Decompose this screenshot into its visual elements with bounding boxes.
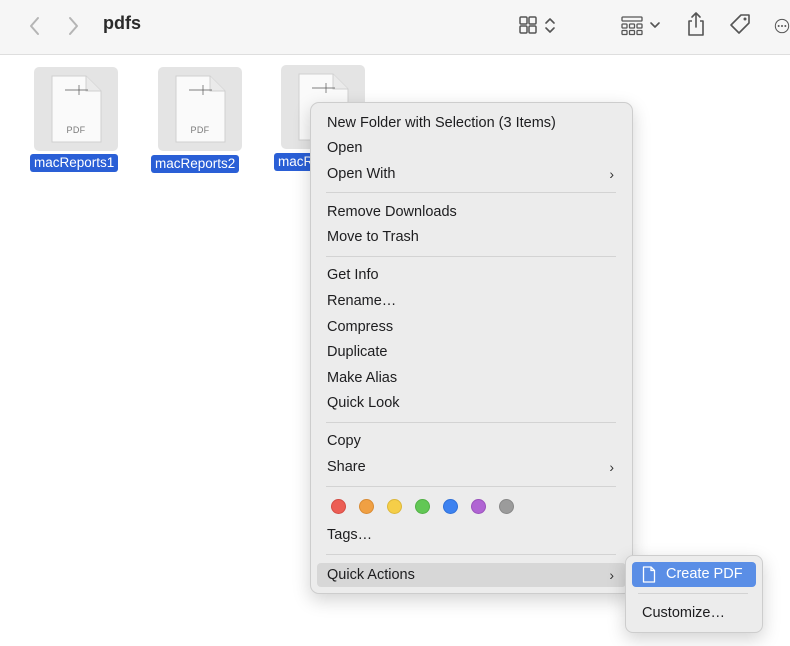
window-title: pdfs [103,13,141,33]
menu-item-label: Get Info [327,267,379,283]
pdf-document-icon: PDF [50,75,102,143]
menu-item-label: New Folder with Selection (3 Items) [327,115,556,131]
tag-color-blue[interactable] [443,499,458,514]
menu-item-remove-downloads[interactable]: Remove Downloads [317,200,626,224]
file-item[interactable]: PDF macReports2 [151,67,251,177]
menu-item-label: Quick Actions [327,567,415,583]
menu-item-open[interactable]: Open [317,136,626,160]
tag-color-red[interactable] [331,499,346,514]
tag-color-purple[interactable] [471,499,486,514]
more-icon[interactable] [774,13,790,39]
menu-item-make-alias[interactable]: Make Alias [317,366,626,390]
icon-view-icon[interactable] [518,15,560,37]
menu-item-duplicate[interactable]: Duplicate [317,340,626,364]
file-thumbnail[interactable]: PDF [158,67,242,151]
menu-separator [326,256,616,257]
file-thumbnail[interactable]: PDF [34,67,118,151]
menu-item-quick-actions[interactable]: Quick Actions › [317,563,626,587]
menu-item-tags[interactable]: Tags… [317,523,626,547]
menu-item-label: Remove Downloads [327,204,457,220]
menu-item-compress[interactable]: Compress [317,315,626,339]
tag-color-orange[interactable] [359,499,374,514]
menu-item-label: Open [327,140,363,156]
chevron-right-icon: › [609,567,614,583]
menu-item-open-with[interactable]: Open With › [317,162,626,186]
tag-color-gray[interactable] [499,499,514,514]
share-icon[interactable] [684,10,708,38]
pdf-document-icon: PDF [174,75,226,143]
chevron-right-icon: › [609,459,614,475]
menu-item-label: Rename… [327,293,397,309]
group-by-icon[interactable] [620,15,664,37]
menu-item-label: Move to Trash [327,229,419,245]
menu-item-new-folder-with-selection[interactable]: New Folder with Selection (3 Items) [317,111,626,135]
menu-item-customize[interactable]: Customize… [632,601,756,626]
menu-item-label: Create PDF [666,566,743,582]
menu-item-label: Customize… [642,605,725,621]
menu-item-label: Compress [327,319,394,335]
quick-actions-submenu: Create PDF Customize… [625,555,763,633]
tag-color-green[interactable] [415,499,430,514]
menu-item-label: Copy [327,433,361,449]
menu-item-label: Share [327,459,366,475]
file-item[interactable]: PDF macReports1 [30,67,130,177]
file-type-label: PDF [66,125,86,135]
menu-separator [326,192,616,193]
menu-item-label: Duplicate [327,344,388,360]
back-icon[interactable] [24,14,44,38]
finder-toolbar: pdfs [0,0,790,55]
menu-separator [326,554,616,555]
menu-item-copy[interactable]: Copy [317,429,626,453]
menu-item-share[interactable]: Share › [317,455,626,479]
menu-item-quick-look[interactable]: Quick Look [317,391,626,415]
file-name-label[interactable]: macReports1 [30,154,119,172]
menu-item-label: Make Alias [327,370,398,386]
menu-item-label: Tags… [327,527,373,543]
chevron-right-icon: › [609,166,614,182]
menu-separator [326,422,616,423]
menu-item-move-to-trash[interactable]: Move to Trash [317,225,626,249]
menu-separator [638,593,748,594]
menu-item-label: Quick Look [327,395,400,411]
file-type-label: PDF [190,125,210,135]
file-name-label[interactable]: macReports2 [151,155,240,173]
menu-item-rename[interactable]: Rename… [317,289,626,313]
menu-item-create-pdf[interactable]: Create PDF [632,562,756,587]
menu-item-label: Open With [327,166,396,182]
menu-separator [326,486,616,487]
tag-color-yellow[interactable] [387,499,402,514]
context-menu: New Folder with Selection (3 Items) Open… [310,102,633,594]
menu-item-get-info[interactable]: Get Info [317,263,626,287]
document-icon [642,565,658,584]
forward-icon[interactable] [64,14,84,38]
tag-icon[interactable] [727,12,753,38]
